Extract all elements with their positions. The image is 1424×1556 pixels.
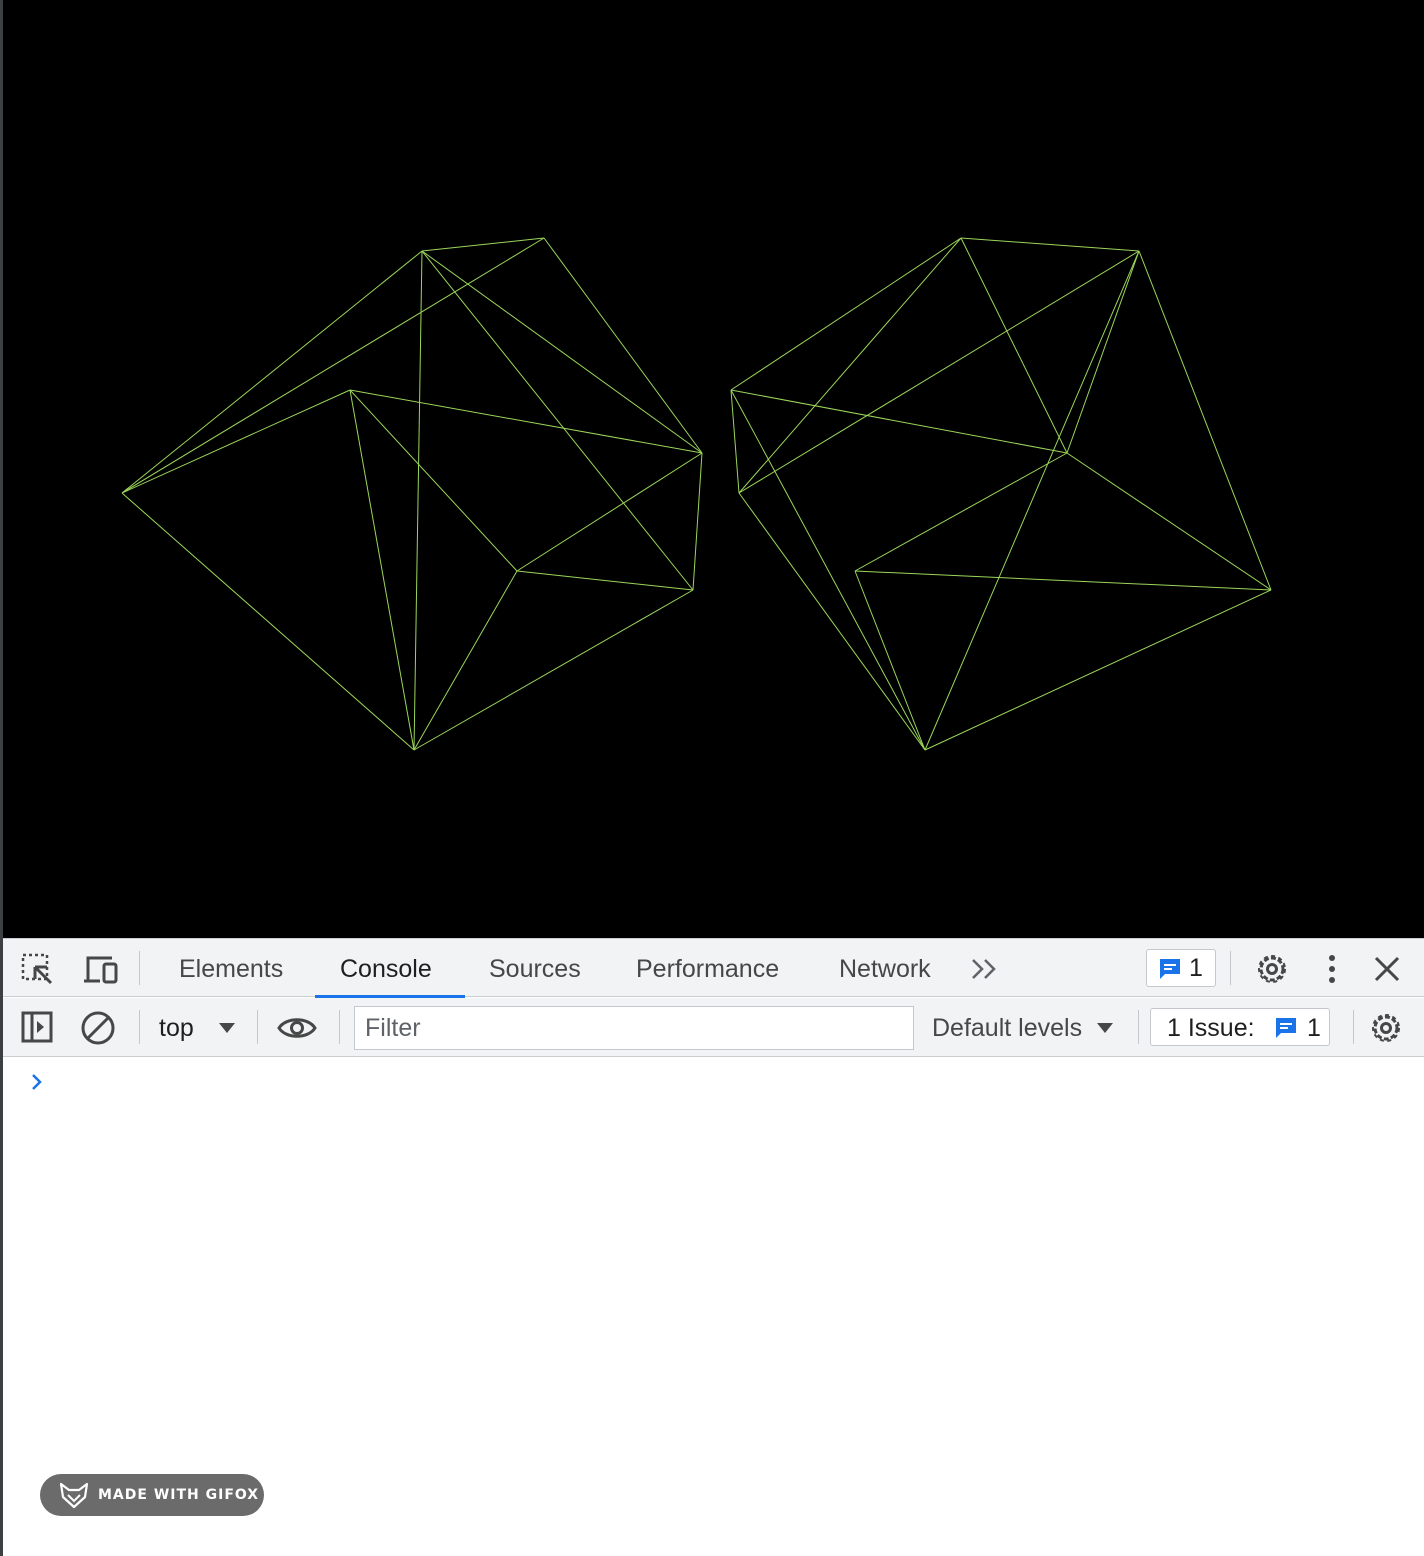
tab-console[interactable]: Console <box>340 939 432 997</box>
log-levels-label: Default levels <box>932 1014 1083 1042</box>
webgl-canvas[interactable] <box>3 0 1424 938</box>
issues-label: 1 Issue: <box>1167 1014 1255 1042</box>
context-selector-value: top <box>159 1014 194 1042</box>
more-tabs-chevron-icon[interactable] <box>967 953 1003 985</box>
messages-badge[interactable]: 1 <box>1146 949 1216 987</box>
clear-console-icon[interactable] <box>79 1009 117 1047</box>
devtools-panel: Elements Console Sources Performance Net… <box>3 938 1424 1556</box>
settings-gear-icon[interactable] <box>1253 950 1291 988</box>
fox-logo-icon <box>58 1479 90 1511</box>
live-expression-eye-icon[interactable] <box>275 1010 319 1046</box>
sidebar-toggle-icon[interactable] <box>19 1009 55 1045</box>
toolbar-divider <box>1138 1010 1139 1044</box>
messages-count: 1 <box>1189 954 1203 982</box>
toolbar-divider <box>257 1010 258 1044</box>
tab-network[interactable]: Network <box>839 939 931 997</box>
gifox-label: MADE WITH GIFOX <box>98 1487 260 1503</box>
tab-sources[interactable]: Sources <box>489 939 581 997</box>
close-devtools-icon[interactable] <box>1369 951 1405 987</box>
tab-performance[interactable]: Performance <box>636 939 779 997</box>
log-levels-dropdown[interactable]: Default levels <box>925 998 1125 1056</box>
issues-count: 1 <box>1307 1014 1321 1042</box>
message-icon <box>1157 956 1183 982</box>
wireframe-canvas <box>121 237 1272 751</box>
tab-bar-divider-right <box>1230 951 1231 985</box>
more-options-icon[interactable] <box>1317 950 1347 988</box>
issue-message-icon <box>1273 1015 1299 1041</box>
tab-elements[interactable]: Elements <box>179 939 283 997</box>
toolbar-divider <box>139 1010 140 1044</box>
inspect-element-icon[interactable] <box>19 951 55 987</box>
context-dropdown-icon <box>217 1018 237 1038</box>
devtools-tab-bar: Elements Console Sources Performance Net… <box>3 938 1424 998</box>
device-toolbar-icon[interactable] <box>81 951 121 987</box>
console-prompt-chevron-icon <box>25 1070 49 1094</box>
issues-button[interactable]: 1 Issue: 1 <box>1150 1008 1330 1046</box>
context-selector[interactable]: top <box>153 998 243 1056</box>
gifox-watermark: MADE WITH GIFOX <box>40 1474 264 1516</box>
tab-bar-divider <box>139 951 140 985</box>
toolbar-divider <box>1353 1010 1354 1044</box>
console-settings-gear-icon[interactable] <box>1367 1009 1405 1047</box>
toolbar-divider <box>339 1010 340 1044</box>
console-toolbar: top Default levels 1 Issue: <box>3 998 1424 1057</box>
levels-dropdown-icon <box>1095 1018 1115 1038</box>
wireframe-polyhedron-left <box>121 237 703 751</box>
wireframe-polyhedron-right <box>730 237 1272 751</box>
filter-input[interactable] <box>354 1006 914 1050</box>
